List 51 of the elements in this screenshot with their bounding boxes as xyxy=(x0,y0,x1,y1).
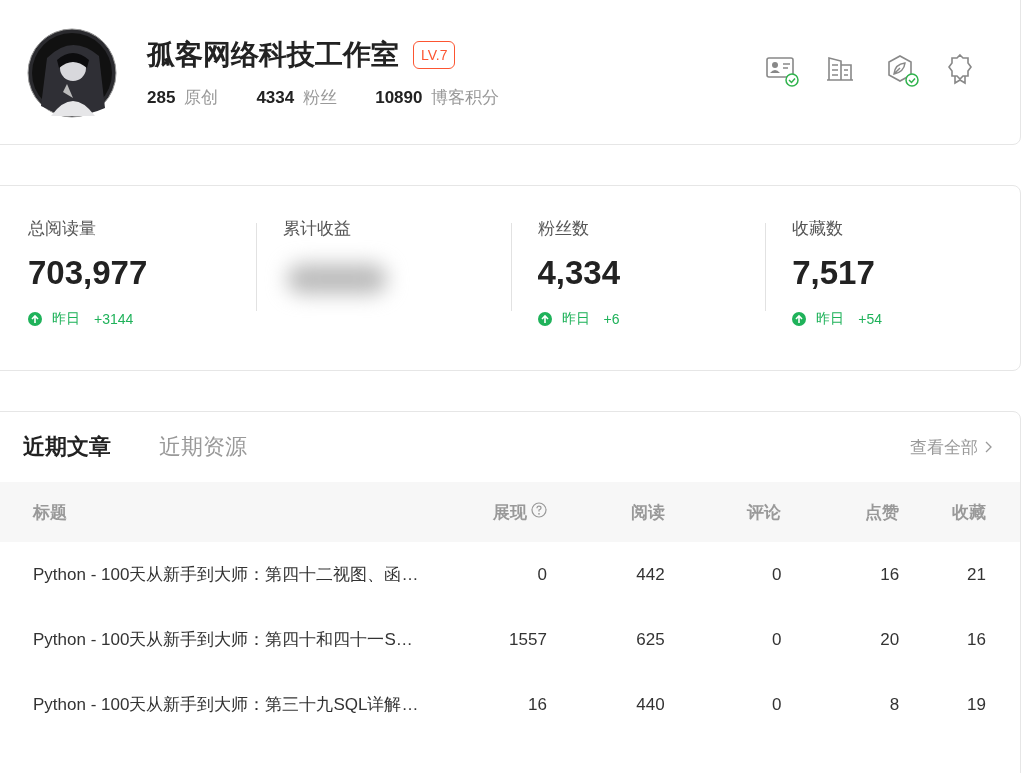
column-header: 阅读 xyxy=(630,501,665,524)
stat-value: 4,334 xyxy=(537,254,622,292)
column-header: 点赞 xyxy=(865,501,900,524)
count-label: 原创 xyxy=(184,87,219,109)
up-arrow-icon xyxy=(28,312,42,326)
up-arrow-icon xyxy=(792,312,807,326)
count-value: 10890 xyxy=(375,88,423,108)
table-cell-text: 625 xyxy=(635,629,665,650)
help-icon[interactable] xyxy=(530,502,547,518)
column-header: 标题 xyxy=(33,501,67,524)
stat-label: 累计收益 xyxy=(282,218,352,240)
user-name: 孤客网络科技工作室 xyxy=(147,38,399,72)
trend-value: +54 xyxy=(858,311,882,327)
column-header: 展现 xyxy=(492,501,527,524)
table-cell-text: 8 xyxy=(888,694,900,715)
table-cell-text: 442 xyxy=(635,564,665,585)
tab[interactable]: 近期文章 xyxy=(23,432,111,462)
chevron-right-icon xyxy=(984,441,992,453)
column-header: 评论 xyxy=(747,501,782,524)
table-cell-text: 16 xyxy=(527,694,547,715)
trend-label: 昨日 xyxy=(816,310,845,328)
stat-value: 7,517 xyxy=(792,254,876,292)
stat-label: 收藏数 xyxy=(792,218,845,240)
stat-value: 703,977 xyxy=(28,254,149,292)
table-cell-text: 16 xyxy=(966,629,986,650)
count-value: 4334 xyxy=(256,88,295,108)
table-cell-text: 19 xyxy=(966,694,986,715)
article-title-link[interactable]: Python - 100天从新手到大师：第四十和四十一S… xyxy=(33,628,433,651)
table-cell-text: 0 xyxy=(536,564,547,585)
trend-label: 昨日 xyxy=(561,310,590,328)
trend-value: +6 xyxy=(603,311,620,327)
table-cell-text: 1557 xyxy=(508,629,547,650)
table-cell-text: 20 xyxy=(879,629,900,650)
table-cell-text: 0 xyxy=(770,694,782,715)
table-cell-text: 21 xyxy=(966,564,986,585)
trend-label: 昨日 xyxy=(52,310,80,328)
count-label: 博客积分 xyxy=(431,87,500,109)
count-value: 285 xyxy=(147,88,176,108)
count-label: 粉丝 xyxy=(303,87,338,109)
column-header: 收藏 xyxy=(952,501,986,524)
table-cell-text: 0 xyxy=(770,564,782,585)
level-badge: LV.7 xyxy=(413,41,456,69)
up-arrow-icon xyxy=(537,312,552,326)
table-cell-text: 0 xyxy=(770,629,782,650)
article-title-link[interactable]: Python - 100天从新手到大师：第三十九SQL详解… xyxy=(33,693,433,716)
table-cell-text: 440 xyxy=(635,694,665,715)
stat-label: 粉丝数 xyxy=(537,218,590,240)
stat-label: 总阅读量 xyxy=(28,218,97,240)
trend-value: +3144 xyxy=(94,311,134,327)
article-title-link[interactable]: Python - 100天从新手到大师：第四十二视图、函… xyxy=(33,563,433,586)
table-cell-text: 16 xyxy=(879,564,900,585)
